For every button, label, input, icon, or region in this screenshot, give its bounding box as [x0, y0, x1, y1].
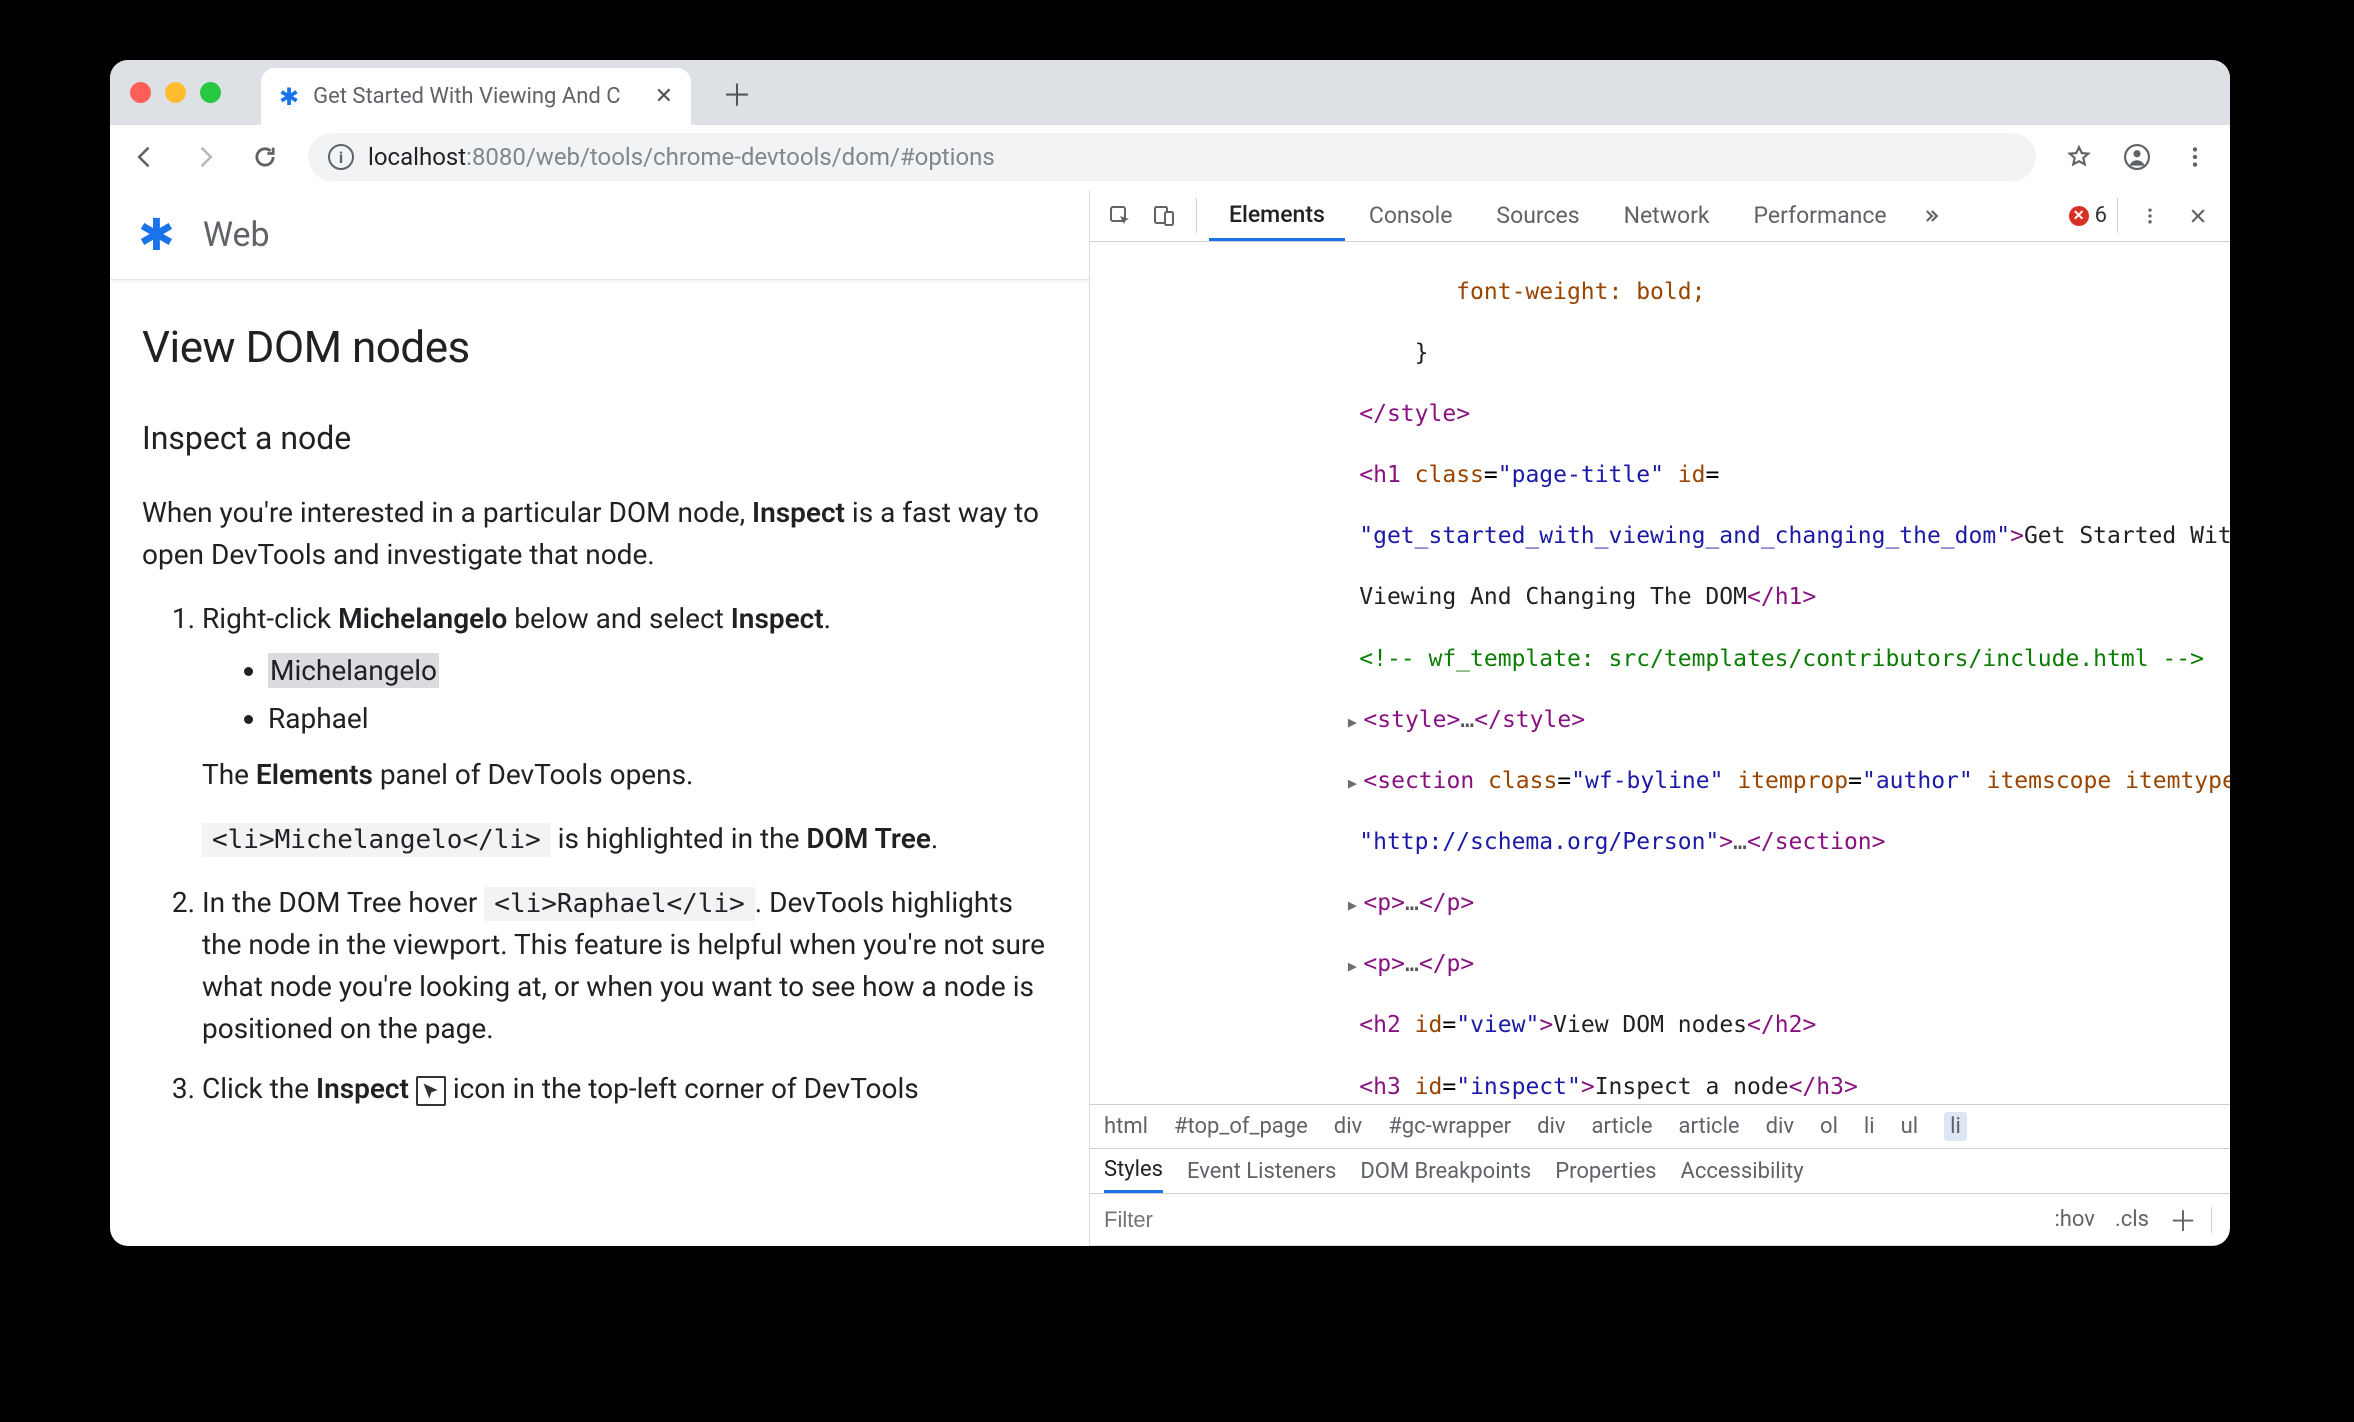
traffic-lights: [130, 82, 221, 103]
breadcrumb-item[interactable]: li: [1864, 1114, 1875, 1139]
tab-network[interactable]: Network: [1604, 190, 1730, 241]
profile-icon[interactable]: [2120, 140, 2154, 174]
step-1: Right-click Michelangelo below and selec…: [202, 598, 1057, 860]
browser-window: ✱ Get Started With Viewing And C ✕ ＋ i l…: [110, 60, 2230, 1246]
url-text: localhost:8080/web/tools/chrome-devtools…: [368, 143, 995, 171]
tab-sources[interactable]: Sources: [1476, 190, 1599, 241]
tab-console[interactable]: Console: [1349, 190, 1473, 241]
breadcrumb-item[interactable]: div: [1766, 1114, 1794, 1139]
close-tab-button[interactable]: ✕: [655, 84, 673, 109]
intro-para: When you're interested in a particular D…: [142, 492, 1057, 576]
new-tab-button[interactable]: ＋: [717, 71, 757, 115]
star-bookmark-icon[interactable]: [2062, 140, 2096, 174]
tab-strip: ✱ Get Started With Viewing And C ✕ ＋: [110, 60, 2230, 125]
browser-menu-icon[interactable]: [2178, 140, 2212, 174]
dom-tree[interactable]: font-weight: bold; } </style> <h1 class=…: [1090, 242, 2230, 1104]
favicon-icon: ✱: [279, 83, 299, 111]
artist-list: Michelangelo Raphael: [202, 650, 1057, 740]
tab-elements[interactable]: Elements: [1209, 190, 1345, 241]
step-2: In the DOM Tree hover <li>Raphael</li>. …: [202, 882, 1057, 1050]
minimize-window-button[interactable]: [165, 82, 186, 103]
page-subtitle: Inspect a node: [142, 414, 1057, 462]
step-3: Click the Inspect icon in the top-left c…: [202, 1068, 1057, 1110]
overflow-tabs-icon[interactable]: [1911, 190, 1951, 241]
tab-accessibility[interactable]: Accessibility: [1681, 1149, 1804, 1193]
breadcrumbs: html #top_of_page div #gc-wrapper div ar…: [1090, 1104, 2230, 1148]
back-button[interactable]: [128, 140, 162, 174]
cls-toggle[interactable]: .cls: [2115, 1207, 2149, 1232]
error-count[interactable]: ✕ 6: [2069, 190, 2107, 241]
breadcrumb-item[interactable]: html: [1104, 1114, 1148, 1139]
page-body: View DOM nodes Inspect a node When you'r…: [110, 280, 1089, 1162]
hov-toggle[interactable]: :hov: [2054, 1207, 2095, 1232]
tab-dom-breakpoints[interactable]: DOM Breakpoints: [1360, 1149, 1531, 1193]
close-devtools-button[interactable]: [2176, 190, 2220, 241]
breadcrumb-item[interactable]: #top_of_page: [1174, 1114, 1308, 1139]
site-brand: Web: [203, 215, 270, 255]
site-logo-icon: ✱: [138, 209, 175, 261]
forward-button[interactable]: [188, 140, 222, 174]
list-item[interactable]: Raphael: [268, 698, 1057, 740]
devtools-pane: Elements Console Sources Network Perform…: [1090, 190, 2230, 1246]
tab-event-listeners[interactable]: Event Listeners: [1187, 1149, 1336, 1193]
page-pane: ✱ Web View DOM nodes Inspect a node When…: [110, 190, 1090, 1246]
step1-code-line: <li>Michelangelo</li> is highlighted in …: [202, 818, 1057, 860]
url-host: localhost: [368, 143, 466, 171]
breadcrumb-item[interactable]: #gc-wrapper: [1388, 1114, 1511, 1139]
devtools-menu-icon[interactable]: [2128, 190, 2172, 241]
page-title: View DOM nodes: [142, 314, 1057, 380]
styles-toolbar: :hov .cls ＋: [1090, 1194, 2230, 1246]
breadcrumb-item[interactable]: div: [1537, 1114, 1565, 1139]
url-input[interactable]: i localhost:8080/web/tools/chrome-devtoo…: [308, 133, 2036, 181]
breadcrumb-item[interactable]: li: [1944, 1112, 1967, 1141]
reload-button[interactable]: [248, 140, 282, 174]
breadcrumb-item[interactable]: ul: [1901, 1114, 1918, 1139]
breadcrumb-item[interactable]: article: [1592, 1114, 1653, 1139]
tab-title: Get Started With Viewing And C: [313, 84, 640, 109]
browser-tab[interactable]: ✱ Get Started With Viewing And C ✕: [261, 68, 691, 126]
steps-list: Right-click Michelangelo below and selec…: [142, 598, 1057, 1110]
error-icon: ✕: [2069, 206, 2089, 226]
new-style-rule-button[interactable]: ＋: [2169, 1200, 2197, 1240]
address-bar: i localhost:8080/web/tools/chrome-devtoo…: [110, 125, 2230, 190]
breadcrumb-item[interactable]: ol: [1820, 1114, 1838, 1139]
devtools-tabs: Elements Console Sources Network Perform…: [1090, 190, 2230, 242]
breadcrumb-item[interactable]: article: [1679, 1114, 1740, 1139]
maximize-window-button[interactable]: [200, 82, 221, 103]
tab-properties[interactable]: Properties: [1555, 1149, 1656, 1193]
step1-after: The Elements panel of DevTools opens.: [202, 754, 1057, 796]
inspect-icon: [416, 1076, 446, 1106]
device-toggle-icon[interactable]: [1144, 190, 1184, 241]
styles-tabs: Styles Event Listeners DOM Breakpoints P…: [1090, 1148, 2230, 1194]
page-header: ✱ Web: [110, 190, 1089, 280]
toolbar-right: [2062, 140, 2212, 174]
tab-styles[interactable]: Styles: [1104, 1149, 1163, 1193]
main-split: ✱ Web View DOM nodes Inspect a node When…: [110, 190, 2230, 1246]
breadcrumb-item[interactable]: div: [1334, 1114, 1362, 1139]
close-window-button[interactable]: [130, 82, 151, 103]
list-item[interactable]: Michelangelo: [268, 650, 1057, 692]
url-path: :8080/web/tools/chrome-devtools/dom/#opt…: [466, 143, 995, 171]
site-info-icon[interactable]: i: [328, 144, 354, 170]
styles-filter-input[interactable]: [1104, 1207, 1504, 1233]
select-element-icon[interactable]: [1100, 190, 1140, 241]
tab-performance[interactable]: Performance: [1734, 190, 1907, 241]
